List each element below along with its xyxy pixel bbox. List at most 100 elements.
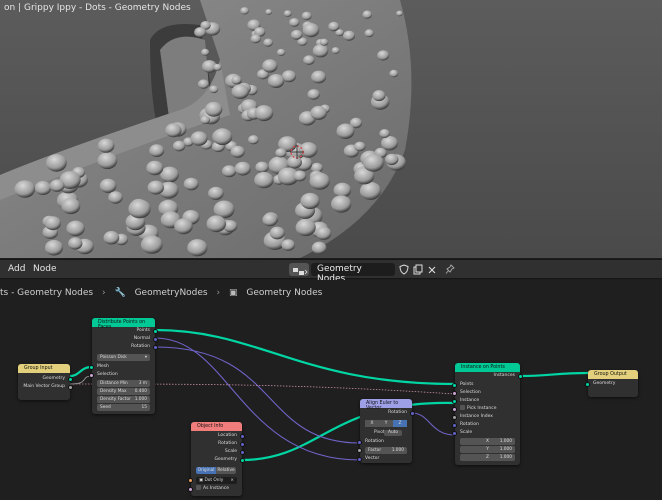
mesh-dot	[108, 191, 123, 204]
mesh-dot	[68, 237, 83, 250]
density-factor-field[interactable]: Density Factor 1.000	[97, 396, 150, 403]
mesh-dot	[310, 105, 328, 120]
normal-output[interactable]: Normal	[92, 335, 158, 343]
mesh-dot	[343, 30, 355, 41]
pin-icon[interactable]	[445, 264, 455, 275]
mesh-dot	[312, 44, 329, 58]
instance-points-input[interactable]: Points	[452, 381, 520, 389]
group-output-geometry-input[interactable]: Geometry	[585, 380, 638, 388]
instance-on-points-title: Instance on Points	[455, 363, 520, 372]
axis-z-button[interactable]: Z	[393, 420, 407, 427]
mesh-dot	[172, 140, 186, 152]
mesh-dot	[315, 226, 332, 240]
distribute-points-node[interactable]: Distribute Points on Faces Points Normal…	[89, 318, 158, 414]
mesh-dot	[354, 141, 366, 152]
add-menu[interactable]: Add	[8, 264, 25, 274]
mesh-dot	[254, 105, 274, 122]
group-input-geometry-output[interactable]: Geometry	[18, 375, 73, 383]
align-rotation-output[interactable]: Rotation	[360, 409, 415, 417]
mesh-input[interactable]: Mesh	[89, 363, 155, 371]
instance-input[interactable]: Instance	[452, 397, 520, 405]
mesh-dot	[99, 178, 117, 193]
node-menu[interactable]: Node	[33, 264, 57, 274]
mesh-dot	[396, 10, 403, 17]
mesh-dot	[275, 148, 287, 158]
mesh-dot	[200, 115, 211, 125]
rotation-output[interactable]: Rotation	[92, 343, 158, 351]
mesh-dot	[300, 192, 320, 210]
mesh-dot	[44, 239, 64, 256]
mesh-dot	[174, 218, 193, 235]
scale-y-field[interactable]: Y 1.000	[460, 446, 515, 453]
factor-field[interactable]: Factor 1.000	[357, 447, 407, 454]
object-rotation-output[interactable]: Rotation	[191, 440, 245, 448]
mesh-dot	[287, 155, 302, 169]
mesh-dot	[231, 84, 249, 99]
selection-input[interactable]: Selection	[89, 371, 155, 379]
pivot-row: Pivot Auto	[360, 429, 412, 437]
object-geometry-output[interactable]: Geometry	[191, 456, 245, 464]
3d-viewport[interactable]: on | Grippy Ippy - Dots - Geometry Nodes	[0, 0, 662, 258]
node-tree-icon	[293, 268, 308, 275]
scale-output[interactable]: Scale	[191, 448, 245, 456]
pivot-dropdown[interactable]: Auto	[384, 430, 402, 436]
location-output[interactable]: Location	[191, 432, 245, 440]
close-icon[interactable]	[427, 264, 437, 275]
instance-on-points-node[interactable]: Instance on Points Instances Points Sele…	[452, 363, 523, 465]
fake-user-shield-icon[interactable]	[399, 264, 409, 275]
distance-min-field[interactable]: Distance Min 3 m	[97, 380, 150, 387]
mesh-dot	[377, 50, 390, 61]
mesh-dot	[97, 138, 115, 153]
axis-y-button[interactable]: Y	[379, 420, 393, 427]
mesh-dot	[103, 231, 120, 245]
as-instance-checkbox[interactable]: As Instance	[188, 485, 242, 493]
seed-field[interactable]: Seed 15	[97, 404, 150, 411]
instance-rotation-input[interactable]: Rotation	[452, 421, 520, 429]
axis-x-button[interactable]: X	[365, 420, 379, 427]
mesh-dot	[231, 75, 242, 85]
node-tree-name-field[interactable]: Geometry Nodes	[311, 263, 395, 284]
mesh-dot	[66, 220, 85, 237]
mesh-dot	[234, 161, 251, 176]
mesh-dot	[34, 181, 52, 195]
mesh-dot	[262, 213, 278, 227]
node-tree-browse-button[interactable]	[289, 263, 309, 276]
node-editor-canvas[interactable]: ts - Geometry Nodes › 🔧 GeometryNodes › …	[0, 280, 662, 500]
mesh-dot	[379, 129, 390, 138]
group-output-node[interactable]: Group Output Geometry	[585, 370, 638, 397]
instance-selection-input[interactable]: Selection	[452, 389, 520, 397]
mesh-dot	[363, 154, 384, 172]
align-euler-node[interactable]: Align Euler to Vector Rotation XYZ Pivot…	[357, 399, 415, 463]
mesh-dot	[248, 135, 259, 145]
vector-input[interactable]: Vector	[357, 455, 412, 463]
mesh-dot	[311, 241, 327, 255]
distribute-mode-dropdown[interactable]: Poisson Disk ▾	[97, 354, 150, 361]
align-rotation-input[interactable]: Rotation	[357, 438, 412, 446]
distribute-points-title: Distribute Points on Faces	[92, 318, 155, 330]
object-info-node[interactable]: Object Info Location Rotation Scale Geom…	[188, 422, 245, 496]
mesh-dot	[359, 181, 382, 200]
relative-button[interactable]: Relative	[216, 467, 236, 474]
mesh-dot	[364, 29, 374, 38]
mesh-dot	[14, 180, 36, 198]
mesh-dot	[230, 145, 245, 158]
instance-scale-input[interactable]: Scale	[452, 429, 520, 437]
density-max-field[interactable]: Density Max 0.400	[97, 388, 150, 395]
instance-index-input[interactable]: Instance Index	[452, 413, 520, 421]
instances-output[interactable]: Instances	[455, 372, 523, 380]
mesh-dot	[309, 172, 330, 190]
mesh-dot	[281, 239, 296, 251]
duplicate-icon[interactable]	[413, 264, 423, 275]
pick-instance-checkbox[interactable]: Pick Instance	[452, 405, 520, 413]
scale-x-field[interactable]: X 1.000	[460, 438, 515, 445]
mesh-dot	[212, 128, 233, 146]
scale-z-field[interactable]: Z 1.000	[460, 454, 515, 461]
mesh-dot	[276, 48, 286, 56]
pivot-label: Pivot	[374, 430, 385, 435]
object-selector[interactable]: ▣ Dot Only ×	[188, 477, 237, 484]
mesh-dot	[128, 199, 151, 219]
points-output[interactable]: Points	[92, 327, 158, 335]
group-input-vector-group-output[interactable]: Main Vector Group	[18, 383, 73, 391]
original-button[interactable]: Original	[196, 467, 216, 474]
group-input-node[interactable]: Group Input Geometry Main Vector Group	[18, 364, 73, 400]
